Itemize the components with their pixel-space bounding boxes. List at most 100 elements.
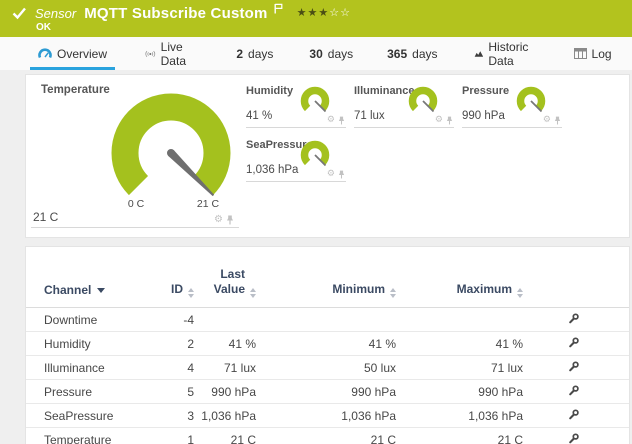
tab-number: 2 — [236, 47, 243, 61]
gear-icon[interactable]: ⚙ — [214, 215, 223, 225]
pin-icon[interactable] — [554, 116, 561, 125]
sort-icon — [188, 288, 194, 298]
gauge-actions: ⚙ — [214, 215, 234, 225]
gauge-cell-seapressure[interactable]: SeaPressure 1,036 hPa ⚙ — [246, 137, 346, 182]
cell-minimum: 1,036 hPa — [256, 404, 396, 428]
column-header-id[interactable]: ID — [156, 267, 194, 308]
column-header-last-value[interactable]: Last Value — [194, 267, 256, 308]
table-row[interactable]: Illuminance 4 71 lux 50 lux 71 lux — [26, 356, 630, 380]
pin-icon[interactable] — [338, 170, 345, 179]
cell-channel: Illuminance — [26, 356, 156, 380]
gauge-cell-pressure[interactable]: Pressure 990 hPa ⚙ — [462, 83, 562, 128]
sort-icon — [250, 288, 256, 298]
gauge-actions: ⚙ — [327, 170, 345, 179]
gauge-cell-illuminance[interactable]: Illuminance 71 lux ⚙ — [354, 83, 454, 128]
log-table-icon — [574, 48, 587, 59]
pin-icon[interactable] — [446, 116, 453, 125]
table-row[interactable]: Temperature 1 21 C 21 C 21 C — [26, 428, 630, 444]
tab-2-days[interactable]: 2 days — [234, 37, 275, 70]
column-label: Maximum — [457, 282, 512, 296]
gauge-min-label: 0 C — [116, 198, 156, 210]
channel-table: Channel ID Last Value Minimum Maximum — [26, 267, 630, 444]
tab-number: 30 — [309, 47, 322, 61]
channel-settings-wrench-icon[interactable] — [568, 361, 579, 375]
star-empty-icon[interactable]: ☆ — [329, 8, 339, 19]
table-row[interactable]: Downtime -4 — [26, 308, 630, 332]
primary-gauge-value: 21 C — [33, 210, 58, 224]
historic-chart-icon — [474, 48, 484, 59]
gauge-value: 71 lux — [354, 110, 385, 122]
sensor-kind-label: Sensor — [35, 6, 76, 21]
column-label: Minimum — [332, 282, 385, 296]
cell-id: 5 — [156, 380, 194, 404]
tab-log[interactable]: Log — [572, 37, 614, 70]
channel-settings-wrench-icon[interactable] — [568, 385, 579, 399]
tab-live-data[interactable]: Live Data — [143, 37, 194, 70]
cell-channel: Pressure — [26, 380, 156, 404]
table-row[interactable]: SeaPressure 3 1,036 hPa 1,036 hPa 1,036 … — [26, 404, 630, 428]
column-header-maximum[interactable]: Maximum — [396, 267, 523, 308]
column-header-channel[interactable]: Channel — [26, 267, 156, 308]
tab-label: Overview — [57, 47, 107, 61]
pin-icon[interactable] — [226, 215, 234, 225]
tab-number: 365 — [387, 47, 407, 61]
gauge-actions: ⚙ — [327, 116, 345, 125]
gauge-cell-humidity[interactable]: Humidity 41 % ⚙ — [246, 83, 346, 128]
column-label: Channel — [44, 283, 91, 297]
cell-last-value: 1,036 hPa — [194, 404, 256, 428]
sort-desc-icon — [97, 288, 105, 293]
star-filled-icon[interactable]: ★ — [318, 8, 328, 19]
channel-settings-wrench-icon[interactable] — [568, 433, 579, 444]
tab-365-days[interactable]: 365 days — [385, 37, 439, 70]
table-row[interactable]: Pressure 5 990 hPa 990 hPa 990 hPa — [26, 380, 630, 404]
cell-maximum: 71 lux — [396, 356, 523, 380]
tab-label: Historic Data — [488, 40, 533, 68]
cell-id: 1 — [156, 428, 194, 444]
tab-historic-data[interactable]: Historic Data — [472, 37, 536, 70]
gear-icon[interactable]: ⚙ — [543, 116, 551, 125]
tab-overview[interactable]: Overview — [36, 37, 109, 70]
channel-settings-wrench-icon[interactable] — [568, 409, 579, 423]
cell-channel: Temperature — [26, 428, 156, 444]
status-badge: OK — [36, 22, 51, 33]
flag-icon[interactable] — [274, 1, 283, 19]
gauge-max-label: 21 C — [188, 198, 228, 210]
column-header-minimum[interactable]: Minimum — [256, 267, 396, 308]
tab-30-days[interactable]: 30 days — [307, 37, 355, 70]
status-check-icon — [12, 7, 27, 20]
gauge-icon — [38, 48, 52, 59]
table-row[interactable]: Humidity 2 41 % 41 % 41 % — [26, 332, 630, 356]
channel-settings-wrench-icon[interactable] — [568, 313, 579, 327]
channel-table-panel: Channel ID Last Value Minimum Maximum — [25, 246, 630, 444]
gauge-label: Pressure — [462, 85, 509, 97]
star-empty-icon[interactable]: ☆ — [340, 8, 350, 19]
column-label: Last Value — [201, 267, 245, 297]
gauge-value: 41 % — [246, 110, 272, 122]
gear-icon[interactable]: ⚙ — [327, 116, 335, 125]
tab-label: Live Data — [161, 40, 193, 68]
cell-maximum: 990 hPa — [396, 380, 523, 404]
cell-minimum: 50 lux — [256, 356, 396, 380]
gauge-value: 990 hPa — [462, 110, 505, 122]
cell-maximum: 1,036 hPa — [396, 404, 523, 428]
cell-last-value: 71 lux — [194, 356, 256, 380]
gear-icon[interactable]: ⚙ — [435, 116, 443, 125]
cell-last-value: 41 % — [194, 332, 256, 356]
column-label: ID — [171, 282, 183, 296]
rating-stars[interactable]: ★★★☆☆ — [297, 8, 350, 19]
channel-settings-wrench-icon[interactable] — [568, 337, 579, 351]
cell-last-value — [194, 308, 256, 332]
gear-icon[interactable]: ⚙ — [327, 170, 335, 179]
tab-label: days — [328, 47, 353, 61]
cell-last-value: 21 C — [194, 428, 256, 444]
cell-id: 2 — [156, 332, 194, 356]
cell-minimum — [256, 308, 396, 332]
pin-icon[interactable] — [338, 116, 345, 125]
star-filled-icon[interactable]: ★ — [297, 8, 307, 19]
star-filled-icon[interactable]: ★ — [307, 8, 317, 19]
tab-label: days — [248, 47, 273, 61]
page-title: MQTT Subscribe Custom — [84, 5, 267, 22]
cell-channel: Downtime — [26, 308, 156, 332]
column-header-tools — [523, 267, 630, 308]
tab-label: Log — [592, 47, 612, 61]
